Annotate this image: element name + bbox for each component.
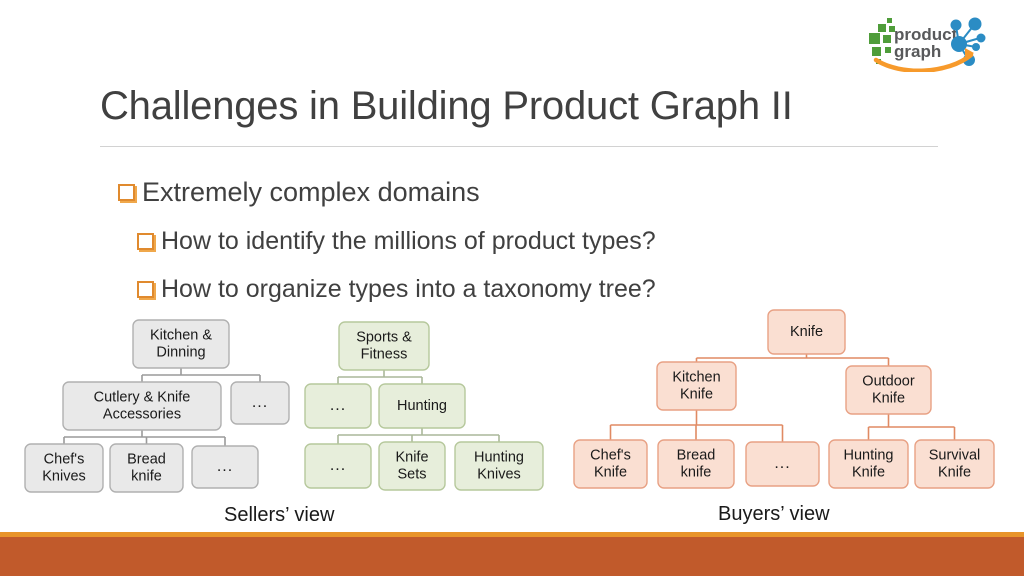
tree-node-label: ... — [330, 397, 346, 414]
buyers-knife-tree: KnifeKitchenKnifeOutdoorKnifeChef'sKnife… — [573, 309, 995, 489]
tree-node[interactable]: ... — [230, 381, 290, 425]
tree-node-label: Sports & — [356, 329, 412, 345]
tree-node[interactable]: ... — [304, 383, 372, 429]
tree-node[interactable]: Breadknife — [657, 439, 735, 489]
tree-node-label: Bread — [127, 451, 166, 467]
tree-node-label: ... — [217, 458, 233, 475]
tree-node-label: Knife — [790, 324, 823, 340]
tree-node-label: Hunting — [397, 398, 447, 414]
logo-green-squares — [869, 18, 895, 64]
tree-node-label: Accessories — [103, 406, 181, 422]
bullet-square-icon — [137, 281, 154, 298]
tree-node-label: knife — [681, 464, 712, 480]
tree-node[interactable]: Hunting — [378, 383, 466, 429]
tree-node[interactable]: KnifeSets — [378, 441, 446, 491]
tree-node-label: ... — [252, 394, 268, 411]
tree-node-label: Kitchen & — [150, 327, 212, 343]
tree-node[interactable]: HuntingKnives — [454, 441, 544, 491]
tree-node-label: Knife — [680, 386, 713, 402]
sellers-kitchen-tree: Kitchen &Dinning Cutlery & KnifeAccessori… — [24, 319, 290, 493]
tree-node[interactable]: Chef'sKnife — [573, 439, 648, 489]
tree-node-label: ... — [330, 457, 346, 474]
sellers-sports-tree: Sports &Fitness... Hunting... KnifeSetsHun… — [304, 321, 544, 491]
caption-buyers-view: Buyers’ view — [718, 503, 830, 525]
tree-node-label: knife — [131, 468, 162, 484]
tree-node[interactable]: Breadknife — [109, 443, 184, 493]
tree-node[interactable]: SurvivalKnife — [914, 439, 995, 489]
logo-text-graph: graph — [894, 42, 941, 61]
taxonomy-diagram-svg: Kitchen &Dinning Cutlery & KnifeAccessori… — [24, 309, 995, 493]
tree-node-label: Knives — [477, 466, 521, 482]
bullet-square-icon — [118, 184, 135, 201]
tree-node[interactable]: OutdoorKnife — [845, 365, 932, 415]
product-graph-logo: product graph — [866, 14, 988, 74]
tree-node[interactable]: KitchenKnife — [656, 361, 737, 411]
bullet-item-1: How to identify the millions of product … — [137, 227, 656, 256]
tree-node[interactable]: Kitchen &Dinning — [132, 319, 230, 369]
caption-sellers-view: Sellers’ view — [224, 504, 335, 526]
tree-node-label: Knife — [594, 464, 627, 480]
tree-node-label: Hunting — [844, 447, 894, 463]
page-title: Challenges in Building Product Graph II — [100, 84, 793, 128]
tree-node[interactable]: Sports &Fitness — [338, 321, 430, 371]
tree-node-label: Hunting — [474, 449, 524, 465]
title-divider — [100, 146, 938, 147]
tree-node[interactable]: Knife — [767, 309, 846, 355]
tree-node[interactable]: ... — [191, 445, 259, 489]
tree-node-label: Knife — [938, 464, 971, 480]
bullet-square-icon — [137, 233, 154, 250]
tree-node-label: Survival — [929, 447, 981, 463]
tree-node-label: Chef's — [590, 447, 631, 463]
tree-node-label: Outdoor — [862, 373, 915, 389]
tree-node-label: Bread — [677, 447, 716, 463]
tree-node-label: Knives — [42, 468, 86, 484]
tree-node[interactable]: Cutlery & KnifeAccessories — [62, 381, 222, 431]
tree-node-label: Kitchen — [672, 369, 720, 385]
tree-node-label: Knife — [872, 390, 905, 406]
tree-node[interactable]: ... — [304, 443, 372, 489]
tree-node-label: Knife — [395, 449, 428, 465]
tree-node[interactable]: HuntingKnife — [828, 439, 909, 489]
tree-node-label: Sets — [397, 466, 426, 482]
tree-node-label: ... — [774, 455, 790, 472]
bullet-item-0: Extremely complex domains — [118, 177, 480, 208]
tree-node[interactable]: Chef'sKnives — [24, 443, 104, 493]
footer-bar — [0, 537, 1024, 576]
tree-node-label: Cutlery & Knife — [94, 389, 191, 405]
bullet-label-0: Extremely complex domains — [142, 177, 480, 207]
bullet-label-1: How to identify the millions of product … — [161, 227, 656, 255]
tree-node-label: Chef's — [44, 451, 85, 467]
tree-node-label: Fitness — [361, 346, 408, 362]
tree-node-label: Dinning — [156, 344, 205, 360]
tree-node-label: Knife — [852, 464, 885, 480]
tree-node[interactable]: ... — [745, 441, 820, 487]
taxonomy-diagram: Kitchen & Dinning Cutlery & Knife Accessori… — [0, 300, 1024, 510]
